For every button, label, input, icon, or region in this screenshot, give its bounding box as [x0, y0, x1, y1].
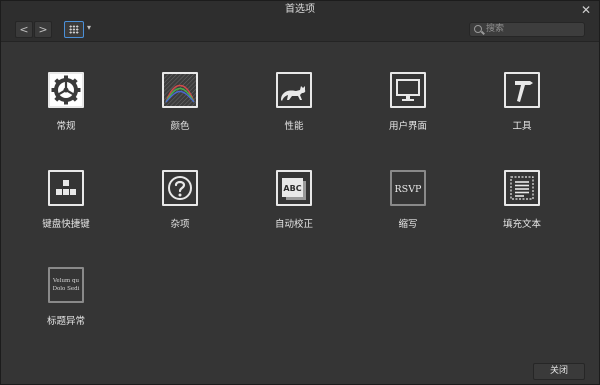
close-icon[interactable]: ✕: [581, 1, 591, 19]
grid-view-button[interactable]: [64, 21, 84, 38]
cat-icon: [276, 72, 312, 108]
preferences-grid: 常规 颜色 性能 用户界面 工具 键盘快捷键 杂项 ABC 自动校正 RSVP …: [1, 42, 599, 362]
pref-item-fill-text[interactable]: 填充文本: [477, 170, 567, 230]
forward-button[interactable]: >: [34, 21, 52, 38]
search-icon: [474, 25, 482, 33]
monitor-icon: [390, 72, 426, 108]
pref-item-keyboard-shortcuts[interactable]: 键盘快捷键: [21, 170, 111, 230]
footer: 关闭: [1, 363, 599, 385]
question-icon: [162, 170, 198, 206]
keyboard-icon: [48, 170, 84, 206]
toolbar: < > ▾ 搜索: [1, 19, 599, 42]
pref-item-title-exception[interactable]: Velum qu Dolo Sedi 标题异常: [21, 267, 111, 327]
pref-item-misc[interactable]: 杂项: [135, 170, 225, 230]
window-title: 首选项: [285, 4, 315, 15]
close-button[interactable]: 关闭: [533, 363, 585, 380]
color-icon: [162, 72, 198, 108]
pref-item-label: 工具: [512, 121, 532, 132]
text-frame-icon: [504, 170, 540, 206]
preferences-window: 首选项 ✕ < > ▾ 搜索 常规 颜色 性能 用户界面 工具 键盘快捷键 杂项…: [0, 0, 600, 385]
pref-item-label: 颜色: [170, 121, 190, 132]
pref-item-label: 用户界面: [388, 121, 427, 132]
rsvp-icon: RSVP: [390, 170, 426, 206]
pref-item-label: 杂项: [170, 219, 190, 230]
pref-item-user-interface[interactable]: 用户界面: [363, 72, 453, 132]
title-text-line-1: Velum qu: [52, 278, 80, 284]
rsvp-icon-text: RSVP: [395, 184, 423, 195]
abc-icon: ABC: [276, 170, 312, 206]
chevron-down-icon[interactable]: ▾: [87, 23, 91, 32]
pref-item-performance[interactable]: 性能: [249, 72, 339, 132]
hammer-icon: [504, 72, 540, 108]
pref-item-label: 填充文本: [502, 219, 541, 230]
pref-item-label: 缩写: [398, 219, 418, 230]
grid-icon: [69, 25, 79, 34]
pref-item-tools[interactable]: 工具: [477, 72, 567, 132]
pref-item-label: 自动校正: [274, 219, 313, 230]
title-text-icon: Velum qu Dolo Sedi: [48, 267, 84, 303]
pref-item-label: 标题异常: [46, 316, 85, 327]
pref-item-autocorrect[interactable]: ABC 自动校正: [249, 170, 339, 230]
back-button[interactable]: <: [15, 21, 33, 38]
pref-item-label: 键盘快捷键: [42, 219, 90, 230]
abc-icon-text: ABC: [283, 184, 301, 193]
pref-item-color[interactable]: 颜色: [135, 72, 225, 132]
pref-item-label: 性能: [284, 121, 304, 132]
pref-item-label: 常规: [56, 121, 76, 132]
gear-icon: [48, 72, 84, 108]
pref-item-abbreviation[interactable]: RSVP 缩写: [363, 170, 453, 230]
search-input[interactable]: 搜索: [469, 22, 585, 37]
search-placeholder: 搜索: [486, 24, 505, 34]
title-text-line-2: Dolo Sedi: [53, 286, 80, 292]
title-bar: 首选项 ✕: [1, 1, 599, 19]
pref-item-general[interactable]: 常规: [21, 72, 111, 132]
